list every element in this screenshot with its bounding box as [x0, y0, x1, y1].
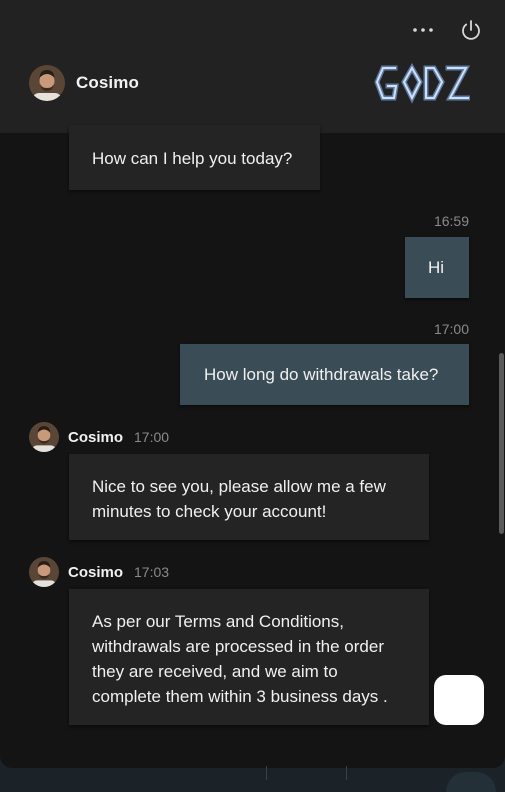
- launcher-button-edge[interactable]: [446, 772, 496, 792]
- message-text-line: Nice to see you, please allow me a few: [92, 477, 386, 496]
- agent-message-bubble: Nice to see you, please allow me a few m…: [69, 454, 429, 540]
- message-text: How can I help you today?: [92, 149, 293, 168]
- message-list: How can I help you today? 16:59 Hi 17:00…: [0, 125, 505, 768]
- agent-message-bubble: As per our Terms and Conditions, withdra…: [69, 589, 429, 725]
- sender-name: Cosimo: [68, 428, 124, 446]
- message-timestamp: 17:00: [433, 321, 469, 337]
- user-message-bubble: Hi: [405, 237, 469, 298]
- divider: [266, 766, 267, 780]
- agent-avatar: [29, 65, 65, 101]
- more-menu-icon[interactable]: [411, 18, 435, 42]
- message-timestamp: 16:59: [433, 213, 469, 229]
- user-message-bubble: How long do withdrawals take?: [180, 344, 469, 405]
- scrollbar-thumb[interactable]: [499, 353, 504, 534]
- agent-name: Cosimo: [76, 73, 139, 92]
- message-timestamp: 17:03: [134, 564, 170, 580]
- chat-action-button[interactable]: [434, 675, 484, 725]
- message-text-line: As per our Terms and Conditions,: [92, 612, 344, 631]
- chat-widget: Cosimo How can I help you today? 16:59 H…: [0, 0, 505, 768]
- divider: [346, 766, 347, 780]
- agent-avatar: [29, 422, 59, 452]
- message-timestamp: 17:00: [134, 429, 170, 445]
- agent-message-bubble: How can I help you today?: [69, 125, 320, 190]
- chat-header: Cosimo: [0, 0, 505, 133]
- brand-logo: [374, 62, 471, 104]
- power-icon[interactable]: [459, 18, 483, 42]
- agent-message-header: Cosimo 17:03: [29, 557, 169, 587]
- message-text-line: minutes to check your account!: [92, 502, 327, 521]
- message-text-line: complete them within 3 business days .: [92, 687, 388, 706]
- agent-avatar: [29, 557, 59, 587]
- message-text-line: withdrawals are processed in the order: [92, 637, 384, 656]
- agent-message-header: Cosimo 17:00: [29, 422, 169, 452]
- message-text-line: they are received, and we aim to: [92, 662, 338, 681]
- message-text: How long do withdrawals take?: [204, 365, 439, 384]
- sender-name: Cosimo: [68, 563, 124, 581]
- message-text: Hi: [428, 258, 445, 277]
